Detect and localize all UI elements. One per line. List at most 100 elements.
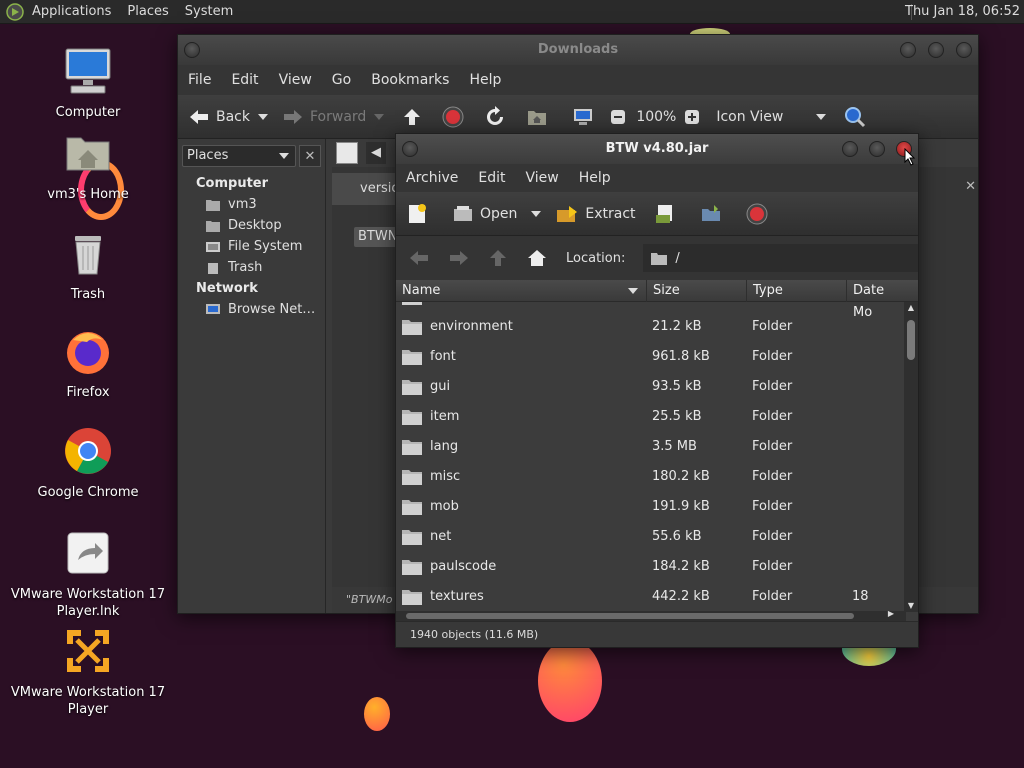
archive-location-bar: Location: / [396,236,918,280]
location-field[interactable]: / [643,244,918,272]
desktop-icon-vmware-lnk[interactable]: VMware Workstation 17 Player.lnk [8,528,168,620]
path-back-arrow[interactable]: ◀ [366,142,386,164]
menu-bookmarks[interactable]: Bookmarks [361,72,459,88]
home-icon[interactable] [526,248,548,268]
zoom-out-button[interactable] [610,109,632,125]
places-menu[interactable]: Places [119,0,176,24]
computer-button[interactable] [572,107,600,127]
scroll-up-arrow[interactable]: ▲ [904,302,918,314]
search-button[interactable] [844,106,872,128]
desktop-icon-chrome[interactable]: Google Chrome [8,426,168,501]
menu-edit[interactable]: Edit [468,170,515,186]
maximize-button[interactable] [869,141,885,157]
home-button[interactable] [526,107,554,127]
up-arrow-icon[interactable] [488,248,508,268]
tab-close-button[interactable]: ✕ [965,179,976,194]
sidebar-item-filesystem[interactable]: File System [178,236,325,257]
table-row[interactable]: font 961.8 kB Folder [396,342,906,372]
minimize-button[interactable] [900,42,916,58]
table-row[interactable]: lang 3.5 MB Folder [396,432,906,462]
menu-file[interactable]: File [178,72,221,88]
add-files-button[interactable] [654,203,682,225]
table-row[interactable]: environment 21.2 kB Folder [396,312,906,342]
archive-menubar: Archive Edit View Help [396,164,918,192]
column-type[interactable]: Type [746,280,846,302]
scrollbar-thumb[interactable] [907,320,915,360]
table-row[interactable]: com 127.7 kB Folder [396,302,906,312]
minimize-button[interactable] [842,141,858,157]
file-name: textures [430,589,484,604]
menu-help[interactable]: Help [459,72,511,88]
applications-menu[interactable]: Applications [24,0,119,24]
system-menu[interactable]: System [177,0,241,24]
edit-location-button[interactable] [336,142,358,164]
menu-edit[interactable]: Edit [221,72,268,88]
sidebar-item-desktop[interactable]: Desktop [178,215,325,236]
reload-button[interactable] [484,105,512,128]
horizontal-scrollbar[interactable]: ▶ [396,609,906,621]
column-date[interactable]: Date Mo [846,280,906,320]
column-size[interactable]: Size [646,280,746,302]
window-menu-button[interactable] [184,42,200,58]
window-menu-button[interactable] [402,141,418,157]
table-row[interactable]: textures 442.2 kB Folder 18 Januar [396,582,906,612]
table-row[interactable]: net 55.6 kB Folder [396,522,906,552]
archive-titlebar[interactable]: BTW v4.80.jar [396,134,918,166]
desktop-icon-trash[interactable]: Trash [8,228,168,303]
desktop-icon-firefox[interactable]: Firefox [8,326,168,401]
column-name[interactable]: Name [396,280,646,302]
clock[interactable]: Thu Jan 18, 06:52 [905,0,1020,24]
table-row[interactable]: mob 191.9 kB Folder [396,492,906,522]
table-row[interactable]: gui 93.5 kB Folder [396,372,906,402]
menu-archive[interactable]: Archive [396,170,468,186]
network-icon [206,303,220,314]
back-history-caret[interactable] [258,113,268,120]
back-arrow-icon[interactable] [408,249,430,267]
sidebar-item-vm3[interactable]: vm3 [178,194,325,215]
stop-icon [746,203,768,224]
menu-go[interactable]: Go [322,72,361,88]
sidebar-selector-label: Places [187,148,229,163]
desktop-icon-vmware[interactable]: VMware Workstation 17 Player [8,626,168,718]
sidebar-close-button[interactable]: ✕ [299,145,321,167]
table-row[interactable]: item 25.5 kB Folder [396,402,906,432]
zoom-in-button[interactable] [684,109,706,125]
table-row[interactable]: misc 180.2 kB Folder [396,462,906,492]
menu-view[interactable]: View [516,170,569,186]
forward-history-caret[interactable] [374,113,385,120]
desktop-icon-home[interactable]: vm3's Home [8,128,168,203]
file-list: Name Size Type Date Mo com 127.7 kB Folder… [396,280,918,621]
drive-icon [206,241,220,252]
scrollbar-thumb[interactable] [406,613,854,619]
table-row[interactable]: paulscode 184.2 kB Folder [396,552,906,582]
desktop-icon-computer[interactable]: Computer [8,46,168,121]
sidebar-selector[interactable]: Places [182,145,296,167]
extract-button[interactable]: Extract [555,204,636,224]
sidebar-item-trash[interactable]: Trash [178,257,325,278]
forward-button[interactable]: Forward [282,108,385,126]
tab-label[interactable]: versio [360,181,399,196]
menu-help[interactable]: Help [569,170,621,186]
up-button[interactable] [402,107,428,127]
view-mode-select[interactable]: Icon View [716,109,827,125]
open-button[interactable]: Open [452,204,542,224]
maximize-button[interactable] [928,42,944,58]
archive-status-text: 1940 objects (11.6 MB) [410,628,539,641]
mate-logo-icon[interactable] [6,2,24,21]
sidebar-item-browse-network[interactable]: Browse Net… [178,299,325,320]
menu-view[interactable]: View [269,72,322,88]
stop-button[interactable] [442,106,470,128]
close-button[interactable] [956,42,972,58]
computer-icon [65,48,111,94]
add-folder-button[interactable] [700,203,728,225]
vertical-scrollbar[interactable]: ▲ ▼ [904,302,918,612]
stop-button[interactable] [746,203,774,225]
open-dropdown-caret[interactable] [531,210,542,217]
downloads-titlebar[interactable]: Downloads [178,35,978,65]
forward-arrow-icon[interactable] [448,249,470,267]
scroll-right-arrow[interactable]: ▶ [888,609,894,618]
zoom-level[interactable]: 100% [636,109,676,125]
new-archive-button[interactable] [406,203,434,225]
back-button[interactable]: Back [188,108,268,126]
scroll-down-arrow[interactable]: ▼ [904,600,918,612]
